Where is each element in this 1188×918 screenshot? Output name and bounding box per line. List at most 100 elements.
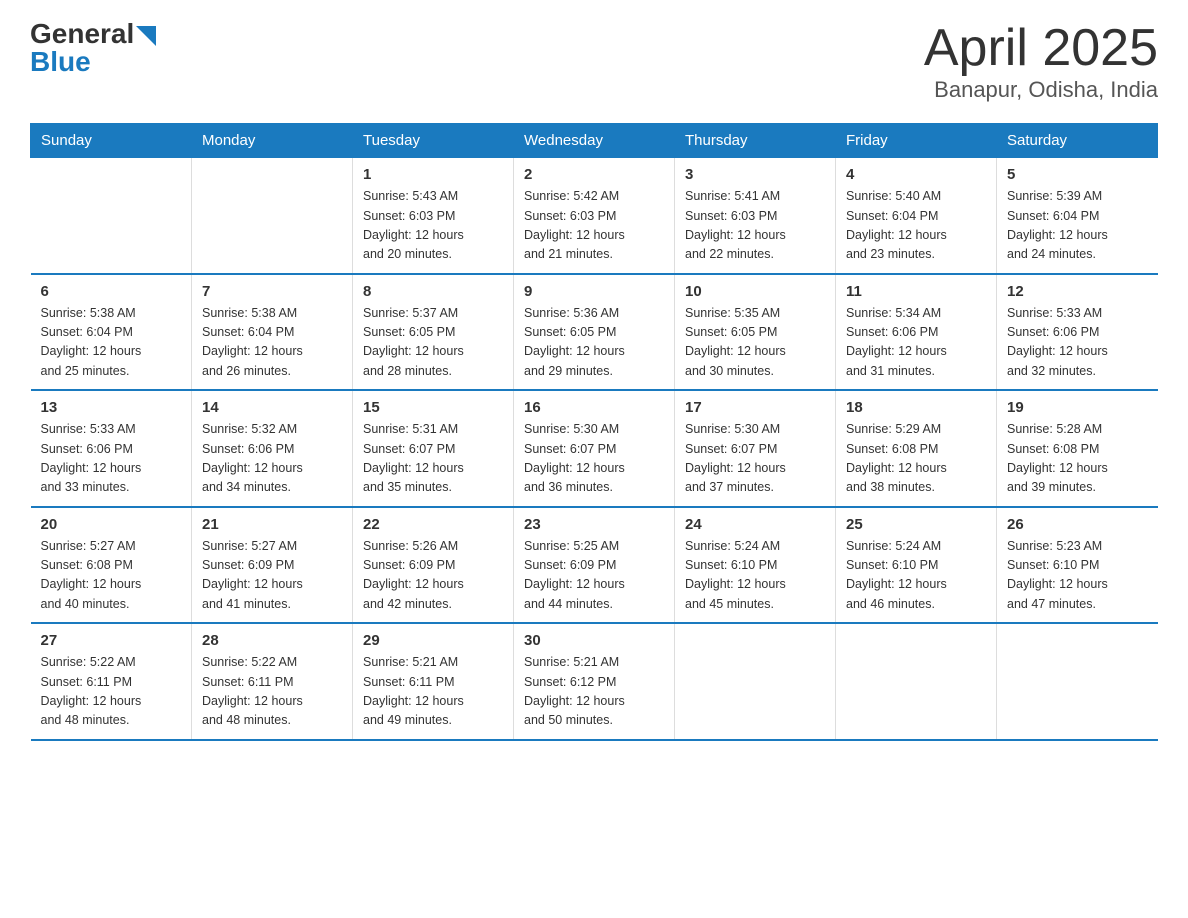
calendar-cell: 6Sunrise: 5:38 AM Sunset: 6:04 PM Daylig… — [31, 274, 192, 391]
calendar-cell: 19 Sunrise: 5:28 AM Sunset: 6:08 PM Dayli… — [997, 390, 1158, 507]
logo-block: General Blue — [30, 20, 156, 76]
day-number: 17 — [685, 399, 825, 416]
calendar-cell: 3 Sunrise: 5:41 AM Sunset: 6:03 PM Daylig… — [675, 158, 836, 274]
calendar-cell: 21 Sunrise: 5:27 AM Sunset: 6:09 PM Dayli… — [192, 507, 353, 624]
day-info: Sunrise: 5:33 AM Sunset: 6:06 PM Dayligh… — [41, 420, 182, 498]
day-info: Sunrise: 5:33 AM Sunset: 6:06 PM Dayligh… — [1007, 304, 1148, 382]
day-number: 27 — [41, 632, 182, 649]
logo: General Blue — [30, 20, 156, 76]
day-number: 13 — [41, 399, 182, 416]
weekday-header: Tuesday — [353, 124, 514, 158]
day-number: 23 — [524, 516, 664, 533]
calendar-cell: 10Sunrise: 5:35 AM Sunset: 6:05 PM Dayli… — [675, 274, 836, 391]
day-number: 3 — [685, 166, 825, 183]
day-number: 28 — [202, 632, 342, 649]
calendar-cell: 11 Sunrise: 5:34 AM Sunset: 6:06 PM Dayli… — [836, 274, 997, 391]
day-number: 29 — [363, 632, 503, 649]
weekday-header-row: SundayMondayTuesdayWednesdayThursdayFrid… — [31, 124, 1158, 158]
calendar-week-row: 27 Sunrise: 5:22 AM Sunset: 6:11 PM Dayli… — [31, 623, 1158, 740]
calendar-week-row: 1 Sunrise: 5:43 AM Sunset: 6:03 PM Daylig… — [31, 158, 1158, 274]
day-number: 12 — [1007, 283, 1148, 300]
calendar-cell: 16Sunrise: 5:30 AM Sunset: 6:07 PM Dayli… — [514, 390, 675, 507]
day-number: 22 — [363, 516, 503, 533]
calendar-cell: 2 Sunrise: 5:42 AM Sunset: 6:03 PM Daylig… — [514, 158, 675, 274]
day-info: Sunrise: 5:21 AM Sunset: 6:11 PM Dayligh… — [363, 653, 503, 731]
calendar-week-row: 13 Sunrise: 5:33 AM Sunset: 6:06 PM Dayli… — [31, 390, 1158, 507]
calendar-cell: 20 Sunrise: 5:27 AM Sunset: 6:08 PM Dayli… — [31, 507, 192, 624]
calendar-cell: 17 Sunrise: 5:30 AM Sunset: 6:07 PM Dayli… — [675, 390, 836, 507]
day-info: Sunrise: 5:21 AM Sunset: 6:12 PM Dayligh… — [524, 653, 664, 731]
calendar-cell: 13 Sunrise: 5:33 AM Sunset: 6:06 PM Dayli… — [31, 390, 192, 507]
calendar-cell: 25Sunrise: 5:24 AM Sunset: 6:10 PM Dayli… — [836, 507, 997, 624]
day-info: Sunrise: 5:32 AM Sunset: 6:06 PM Dayligh… — [202, 420, 342, 498]
day-info: Sunrise: 5:38 AM Sunset: 6:04 PM Dayligh… — [41, 304, 182, 382]
day-info: Sunrise: 5:29 AM Sunset: 6:08 PM Dayligh… — [846, 420, 986, 498]
logo-general-text: General — [30, 20, 134, 48]
calendar-cell: 27 Sunrise: 5:22 AM Sunset: 6:11 PM Dayli… — [31, 623, 192, 740]
day-info: Sunrise: 5:38 AM Sunset: 6:04 PM Dayligh… — [202, 304, 342, 382]
day-info: Sunrise: 5:35 AM Sunset: 6:05 PM Dayligh… — [685, 304, 825, 382]
calendar-cell — [997, 623, 1158, 740]
weekday-header: Sunday — [31, 124, 192, 158]
calendar-cell — [675, 623, 836, 740]
day-info: Sunrise: 5:36 AM Sunset: 6:05 PM Dayligh… — [524, 304, 664, 382]
calendar-cell — [192, 158, 353, 274]
title-block: April 2025 Banapur, Odisha, India — [924, 20, 1158, 103]
calendar-cell: 24Sunrise: 5:24 AM Sunset: 6:10 PM Dayli… — [675, 507, 836, 624]
calendar-cell: 18Sunrise: 5:29 AM Sunset: 6:08 PM Dayli… — [836, 390, 997, 507]
calendar-week-row: 6Sunrise: 5:38 AM Sunset: 6:04 PM Daylig… — [31, 274, 1158, 391]
day-number: 2 — [524, 166, 664, 183]
day-number: 26 — [1007, 516, 1148, 533]
day-info: Sunrise: 5:26 AM Sunset: 6:09 PM Dayligh… — [363, 537, 503, 615]
calendar-cell: 23Sunrise: 5:25 AM Sunset: 6:09 PM Dayli… — [514, 507, 675, 624]
day-info: Sunrise: 5:24 AM Sunset: 6:10 PM Dayligh… — [846, 537, 986, 615]
day-info: Sunrise: 5:22 AM Sunset: 6:11 PM Dayligh… — [41, 653, 182, 731]
day-info: Sunrise: 5:24 AM Sunset: 6:10 PM Dayligh… — [685, 537, 825, 615]
day-number: 19 — [1007, 399, 1148, 416]
day-info: Sunrise: 5:27 AM Sunset: 6:09 PM Dayligh… — [202, 537, 342, 615]
calendar-cell: 9 Sunrise: 5:36 AM Sunset: 6:05 PM Daylig… — [514, 274, 675, 391]
day-info: Sunrise: 5:40 AM Sunset: 6:04 PM Dayligh… — [846, 187, 986, 265]
calendar-cell — [31, 158, 192, 274]
day-number: 4 — [846, 166, 986, 183]
day-info: Sunrise: 5:34 AM Sunset: 6:06 PM Dayligh… — [846, 304, 986, 382]
calendar-cell: 7 Sunrise: 5:38 AM Sunset: 6:04 PM Daylig… — [192, 274, 353, 391]
day-info: Sunrise: 5:39 AM Sunset: 6:04 PM Dayligh… — [1007, 187, 1148, 265]
logo-blue-text: Blue — [30, 48, 156, 76]
day-number: 21 — [202, 516, 342, 533]
calendar-cell: 22 Sunrise: 5:26 AM Sunset: 6:09 PM Dayli… — [353, 507, 514, 624]
calendar-cell: 12 Sunrise: 5:33 AM Sunset: 6:06 PM Dayli… — [997, 274, 1158, 391]
day-number: 20 — [41, 516, 182, 533]
day-number: 8 — [363, 283, 503, 300]
calendar-title: April 2025 — [924, 20, 1158, 77]
weekday-header: Wednesday — [514, 124, 675, 158]
weekday-header: Friday — [836, 124, 997, 158]
day-number: 7 — [202, 283, 342, 300]
day-info: Sunrise: 5:28 AM Sunset: 6:08 PM Dayligh… — [1007, 420, 1148, 498]
calendar-cell: 5 Sunrise: 5:39 AM Sunset: 6:04 PM Daylig… — [997, 158, 1158, 274]
day-info: Sunrise: 5:41 AM Sunset: 6:03 PM Dayligh… — [685, 187, 825, 265]
day-info: Sunrise: 5:27 AM Sunset: 6:08 PM Dayligh… — [41, 537, 182, 615]
calendar-cell: 8 Sunrise: 5:37 AM Sunset: 6:05 PM Daylig… — [353, 274, 514, 391]
day-number: 14 — [202, 399, 342, 416]
header: General Blue April 2025 Banapur, Odisha,… — [30, 20, 1158, 103]
calendar-cell: 28Sunrise: 5:22 AM Sunset: 6:11 PM Dayli… — [192, 623, 353, 740]
day-info: Sunrise: 5:42 AM Sunset: 6:03 PM Dayligh… — [524, 187, 664, 265]
calendar-cell: 1 Sunrise: 5:43 AM Sunset: 6:03 PM Daylig… — [353, 158, 514, 274]
day-info: Sunrise: 5:31 AM Sunset: 6:07 PM Dayligh… — [363, 420, 503, 498]
day-info: Sunrise: 5:43 AM Sunset: 6:03 PM Dayligh… — [363, 187, 503, 265]
weekday-header: Thursday — [675, 124, 836, 158]
day-info: Sunrise: 5:37 AM Sunset: 6:05 PM Dayligh… — [363, 304, 503, 382]
day-info: Sunrise: 5:30 AM Sunset: 6:07 PM Dayligh… — [685, 420, 825, 498]
calendar-subtitle: Banapur, Odisha, India — [924, 77, 1158, 103]
weekday-header: Monday — [192, 124, 353, 158]
day-number: 5 — [1007, 166, 1148, 183]
day-info: Sunrise: 5:30 AM Sunset: 6:07 PM Dayligh… — [524, 420, 664, 498]
day-number: 11 — [846, 283, 986, 300]
calendar-table: SundayMondayTuesdayWednesdayThursdayFrid… — [30, 123, 1158, 741]
calendar-cell: 14 Sunrise: 5:32 AM Sunset: 6:06 PM Dayli… — [192, 390, 353, 507]
page-container: General Blue April 2025 Banapur, Odisha,… — [30, 20, 1158, 741]
day-number: 9 — [524, 283, 664, 300]
day-number: 1 — [363, 166, 503, 183]
weekday-header: Saturday — [997, 124, 1158, 158]
